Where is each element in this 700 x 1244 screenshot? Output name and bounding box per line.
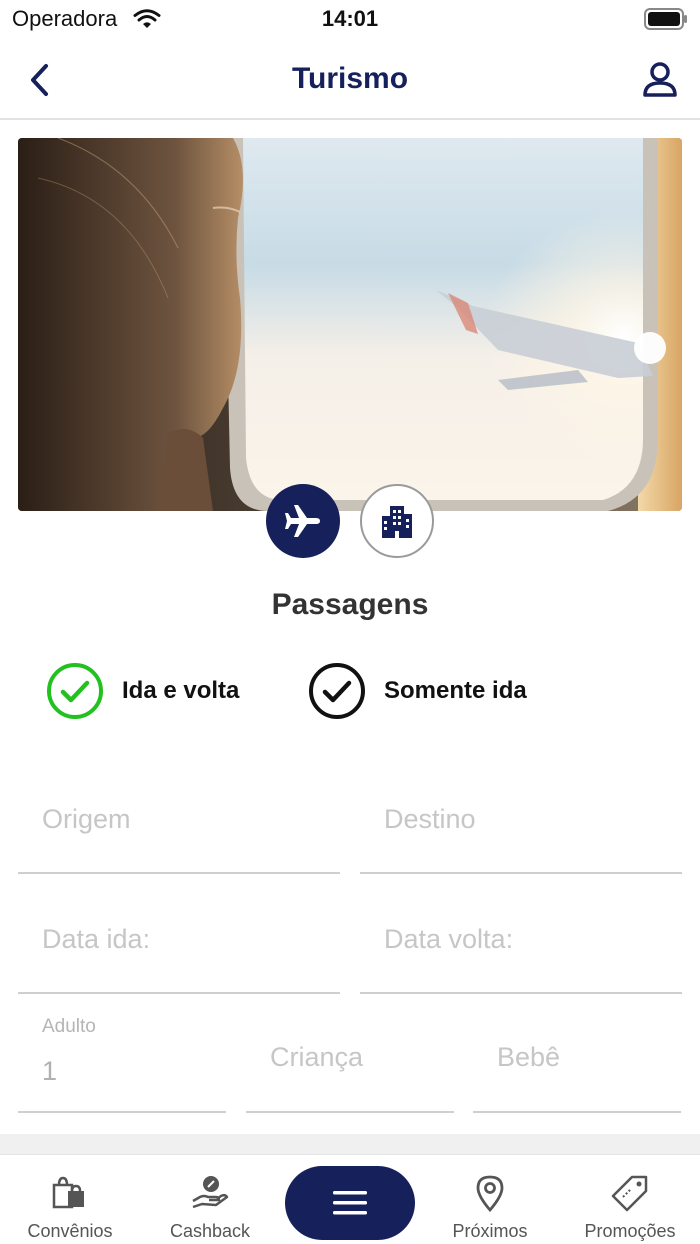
tab-proximos-label: Próximos — [452, 1221, 528, 1241]
tab-cashback-label: Cashback — [169, 1221, 251, 1241]
departure-date-field[interactable]: Data ida: — [18, 910, 340, 994]
tab-promocoes-label: Promoções — [584, 1221, 676, 1241]
tab-convenios-label: Convênios — [27, 1221, 113, 1241]
check-circle-icon — [47, 663, 103, 719]
hotel-mode-button[interactable] — [360, 484, 434, 558]
adult-count-field[interactable]: Adulto 1 — [18, 1016, 226, 1113]
profile-button[interactable] — [640, 60, 680, 100]
return-date-placeholder: Data volta: — [384, 924, 514, 954]
section-title: Passagens — [271, 588, 429, 621]
return-date-field[interactable]: Data volta: — [360, 910, 682, 994]
hamburger-menu-icon — [333, 1191, 367, 1215]
tab-convenios[interactable]: Convênios — [0, 1173, 140, 1243]
infant-count-field[interactable]: Bebê — [473, 1016, 681, 1113]
destination-placeholder: Destino — [384, 804, 476, 834]
adult-label: Adulto — [42, 1016, 96, 1037]
origin-field[interactable]: Origem — [18, 790, 340, 874]
shopping-bags-icon — [52, 1176, 84, 1209]
departure-date-placeholder: Data ida: — [42, 924, 151, 954]
section-divider — [0, 1134, 700, 1154]
flight-mode-button[interactable] — [266, 484, 340, 558]
price-tag-icon — [611, 1175, 648, 1212]
hand-coin-icon — [192, 1176, 229, 1209]
origin-placeholder: Origem — [42, 804, 131, 834]
check-circle-icon — [309, 663, 365, 719]
adult-value: 1 — [42, 1056, 58, 1086]
building-icon — [382, 506, 412, 538]
battery-icon — [644, 8, 687, 30]
round-trip-label: Ida e volta — [122, 677, 240, 704]
page-title: Turismo — [291, 62, 409, 95]
round-trip-option[interactable]: Ida e volta — [46, 662, 239, 720]
user-icon — [643, 62, 677, 97]
hero-image — [18, 138, 682, 511]
airplane-icon — [285, 505, 320, 537]
main-menu-button[interactable] — [285, 1166, 415, 1240]
child-count-field[interactable]: Criança — [246, 1016, 454, 1113]
tab-proximos[interactable]: Próximos — [420, 1173, 560, 1243]
navigation-bar: Turismo — [0, 40, 700, 120]
status-time: 14:01 — [321, 6, 379, 31]
map-pin-icon — [476, 1175, 504, 1213]
one-way-option[interactable]: Somente ida — [308, 662, 527, 720]
tab-cashback[interactable]: Cashback — [140, 1173, 280, 1243]
child-placeholder: Criança — [270, 1042, 364, 1072]
destination-field[interactable]: Destino — [360, 790, 682, 874]
tab-promocoes[interactable]: Promoções — [560, 1173, 700, 1243]
status-bar: Operadora 14:01 — [0, 0, 700, 40]
infant-placeholder: Bebê — [497, 1042, 561, 1072]
one-way-label: Somente ida — [384, 677, 527, 704]
